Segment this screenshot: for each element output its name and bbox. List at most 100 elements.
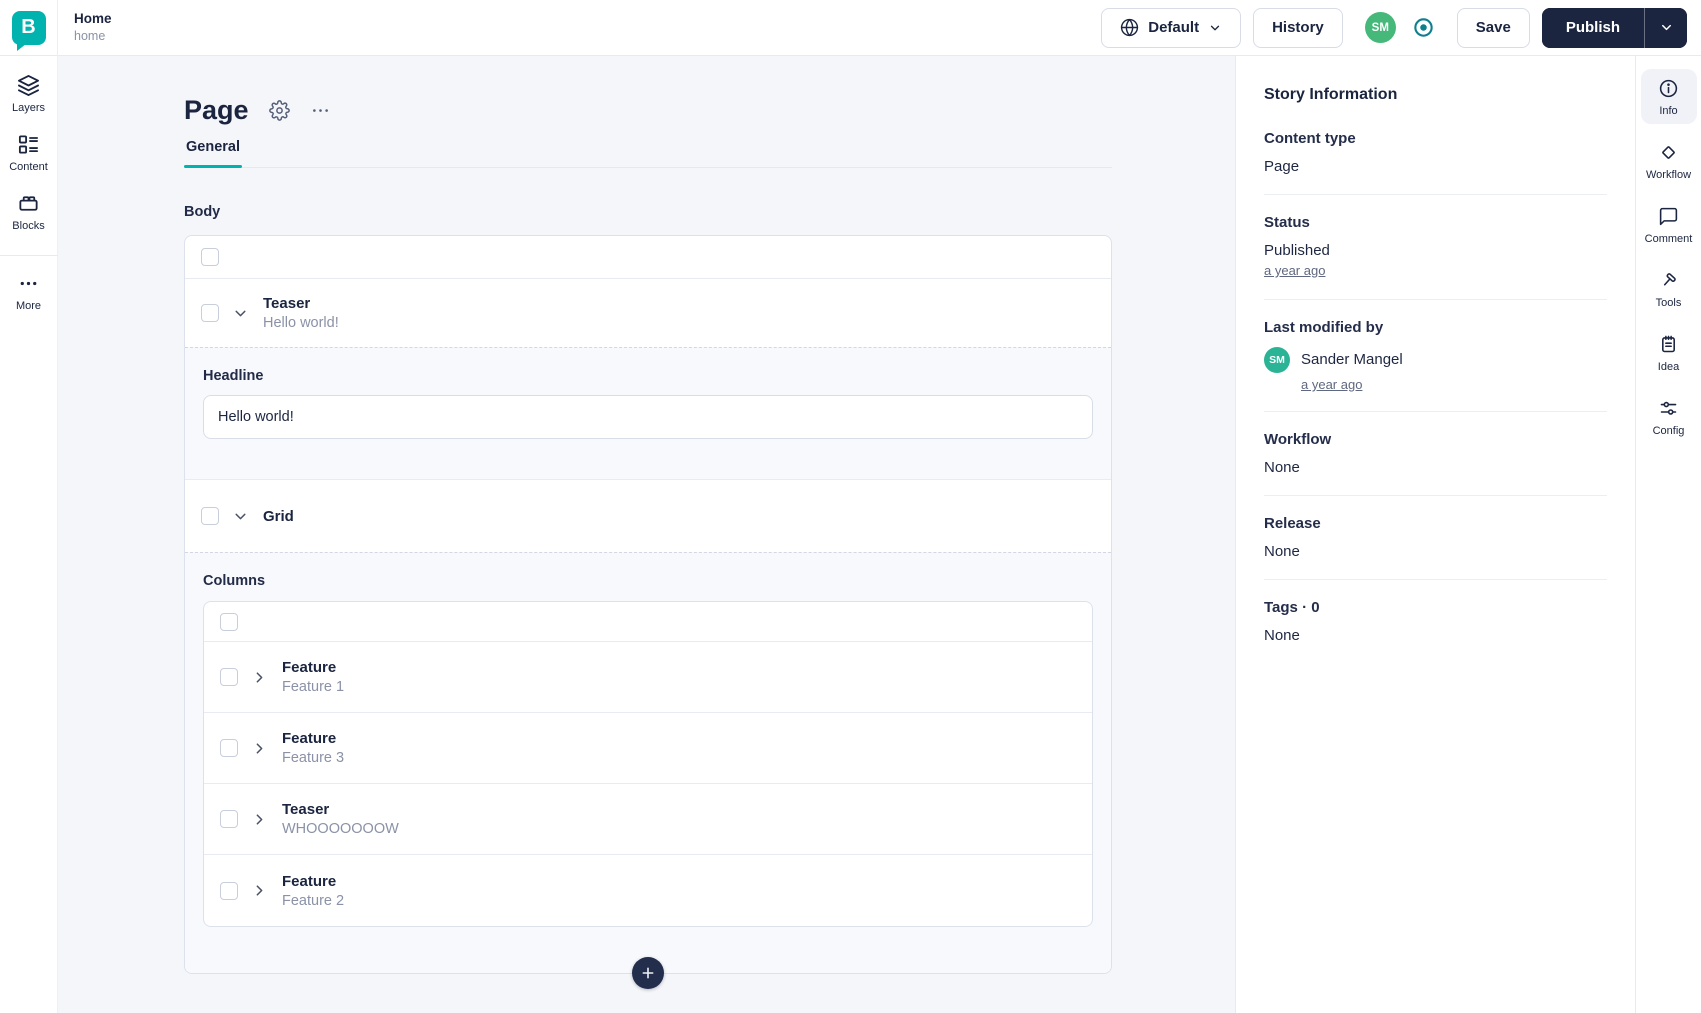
block-row-teaser[interactable]: Teaser Hello world!	[185, 279, 1111, 347]
tab-tools[interactable]: Tools	[1641, 261, 1697, 316]
block-subtitle: Hello world!	[263, 315, 339, 331]
grid-expanded-panel: Columns Feature Feature 1 Feature Featur…	[185, 552, 1111, 973]
block-checkbox[interactable]	[201, 507, 219, 525]
panel-divider	[1264, 299, 1607, 300]
modified-by-name: Sander Mangel	[1301, 351, 1403, 368]
content-icon	[17, 133, 40, 156]
tab-info[interactable]: Info	[1640, 69, 1697, 124]
last-modified-label: Last modified by	[1264, 319, 1384, 336]
config-icon	[1658, 398, 1679, 419]
right-rail-label: Idea	[1657, 361, 1680, 373]
block-checkbox[interactable]	[220, 739, 238, 757]
block-checkbox[interactable]	[220, 810, 238, 828]
right-rail-label: Config	[1652, 425, 1685, 437]
block-title: Feature	[282, 659, 337, 676]
select-all-checkbox[interactable]	[220, 612, 238, 631]
blocks-icon	[17, 192, 40, 215]
block-checkbox[interactable]	[201, 304, 219, 322]
block-checkbox[interactable]	[220, 881, 238, 900]
sidebar-item-label: Blocks	[12, 220, 45, 232]
publish-options-button[interactable]	[1645, 7, 1687, 48]
modified-by-avatar: SM	[1264, 347, 1290, 373]
sidebar-item-layers[interactable]: Layers	[12, 74, 45, 114]
block-row-grid[interactable]: Grid	[185, 480, 1111, 552]
language-selector-button[interactable]: Default	[1101, 7, 1242, 48]
headline-input[interactable]	[203, 395, 1093, 439]
tags-section: Tags · 0 None	[1264, 599, 1607, 644]
storyblok-app: B Home home Default History SM Save Publ…	[0, 0, 1701, 1013]
sidebar-item-content[interactable]: Content	[9, 133, 48, 173]
logo-cell: B	[0, 0, 58, 56]
plus-icon	[640, 965, 656, 981]
headline-field-label: Headline	[203, 368, 264, 384]
release-section: Release None	[1264, 515, 1607, 560]
status-value: Published	[1264, 242, 1330, 259]
panel-divider	[1264, 194, 1607, 195]
history-button-label: History	[1272, 19, 1324, 36]
add-block-button[interactable]	[632, 957, 664, 989]
page-title: Page	[184, 94, 249, 125]
tab-config[interactable]: Config	[1641, 389, 1697, 444]
block-subtitle: Feature 3	[282, 750, 345, 766]
chevron-down-icon[interactable]	[232, 508, 249, 525]
history-button[interactable]: History	[1253, 7, 1343, 48]
idea-icon	[1658, 334, 1679, 355]
block-row-feature-3[interactable]: Feature Feature 3	[204, 713, 1092, 784]
chevron-right-icon[interactable]	[251, 740, 268, 757]
block-subtitle: Feature 1	[282, 679, 345, 695]
status-time-link[interactable]: a year ago	[1264, 263, 1325, 278]
publish-button[interactable]: Publish	[1541, 7, 1644, 48]
storyblok-logo[interactable]: B	[11, 10, 46, 51]
panel-divider	[1264, 579, 1607, 580]
left-sidebar: Layers Content Blocks More	[0, 56, 58, 1013]
chevron-down-icon	[1208, 21, 1222, 35]
chevron-right-icon[interactable]	[251, 811, 268, 828]
gear-icon[interactable]	[268, 99, 290, 121]
release-label: Release	[1264, 515, 1321, 532]
chevron-right-icon[interactable]	[251, 882, 268, 899]
panel-divider	[1264, 411, 1607, 412]
story-info-panel: Story Information Content type Page Stat…	[1235, 56, 1635, 1013]
sidebar-item-label: More	[15, 300, 42, 312]
topbar: B Home home Default History SM Save Publ…	[0, 0, 1701, 56]
story-heading: Home home	[58, 10, 112, 45]
status-section: Status Published a year ago	[1264, 214, 1607, 280]
workflow-section: Workflow None	[1264, 431, 1607, 476]
modified-time-link[interactable]: a year ago	[1301, 377, 1403, 392]
tab-workflow[interactable]: Workflow	[1641, 133, 1697, 188]
block-row-feature-1[interactable]: Feature Feature 1	[204, 642, 1092, 713]
user-avatar[interactable]: SM	[1364, 12, 1396, 43]
block-subtitle: Feature 2	[282, 892, 345, 909]
preview-toggle-icon[interactable]	[1412, 16, 1435, 39]
panel-divider	[1264, 495, 1607, 496]
teaser-expanded-panel: Headline	[185, 347, 1111, 480]
publish-split-button: Publish	[1541, 7, 1687, 48]
save-button[interactable]: Save	[1456, 7, 1530, 48]
right-rail-label: Comment	[1644, 233, 1693, 245]
tools-icon	[1658, 270, 1679, 291]
block-row-teaser-whoooooow[interactable]: Teaser WHOOOOOOOW	[204, 784, 1092, 855]
chevron-down-icon	[1659, 20, 1674, 35]
block-row-feature-2[interactable]: Feature Feature 2	[204, 855, 1092, 926]
sidebar-item-blocks[interactable]: Blocks	[12, 192, 45, 232]
save-button-label: Save	[1475, 19, 1511, 36]
block-checkbox[interactable]	[220, 668, 238, 686]
select-all-checkbox[interactable]	[201, 248, 219, 266]
sidebar-item-more[interactable]: More	[16, 272, 41, 312]
ellipsis-icon[interactable]	[310, 100, 331, 121]
columns-field-label: Columns	[203, 573, 266, 589]
info-icon	[1658, 78, 1679, 99]
story-title: Home	[74, 10, 112, 26]
tab-general[interactable]: General	[184, 139, 242, 168]
body-blocks-card: Teaser Hello world! Headline Gr	[184, 235, 1112, 989]
tab-comment[interactable]: Comment	[1641, 197, 1697, 252]
chevron-right-icon[interactable]	[251, 669, 268, 686]
editor-canvas: Page General Body Teaser Hello world! He…	[58, 56, 1235, 1013]
status-label: Status	[1264, 214, 1310, 231]
content-type-value: Page	[1264, 158, 1300, 175]
workflow-value: None	[1264, 459, 1300, 476]
sidebar-item-label: Content	[9, 161, 48, 173]
chevron-down-icon[interactable]	[232, 305, 249, 322]
tab-idea[interactable]: Idea	[1641, 325, 1697, 380]
workflow-icon	[1658, 142, 1679, 163]
